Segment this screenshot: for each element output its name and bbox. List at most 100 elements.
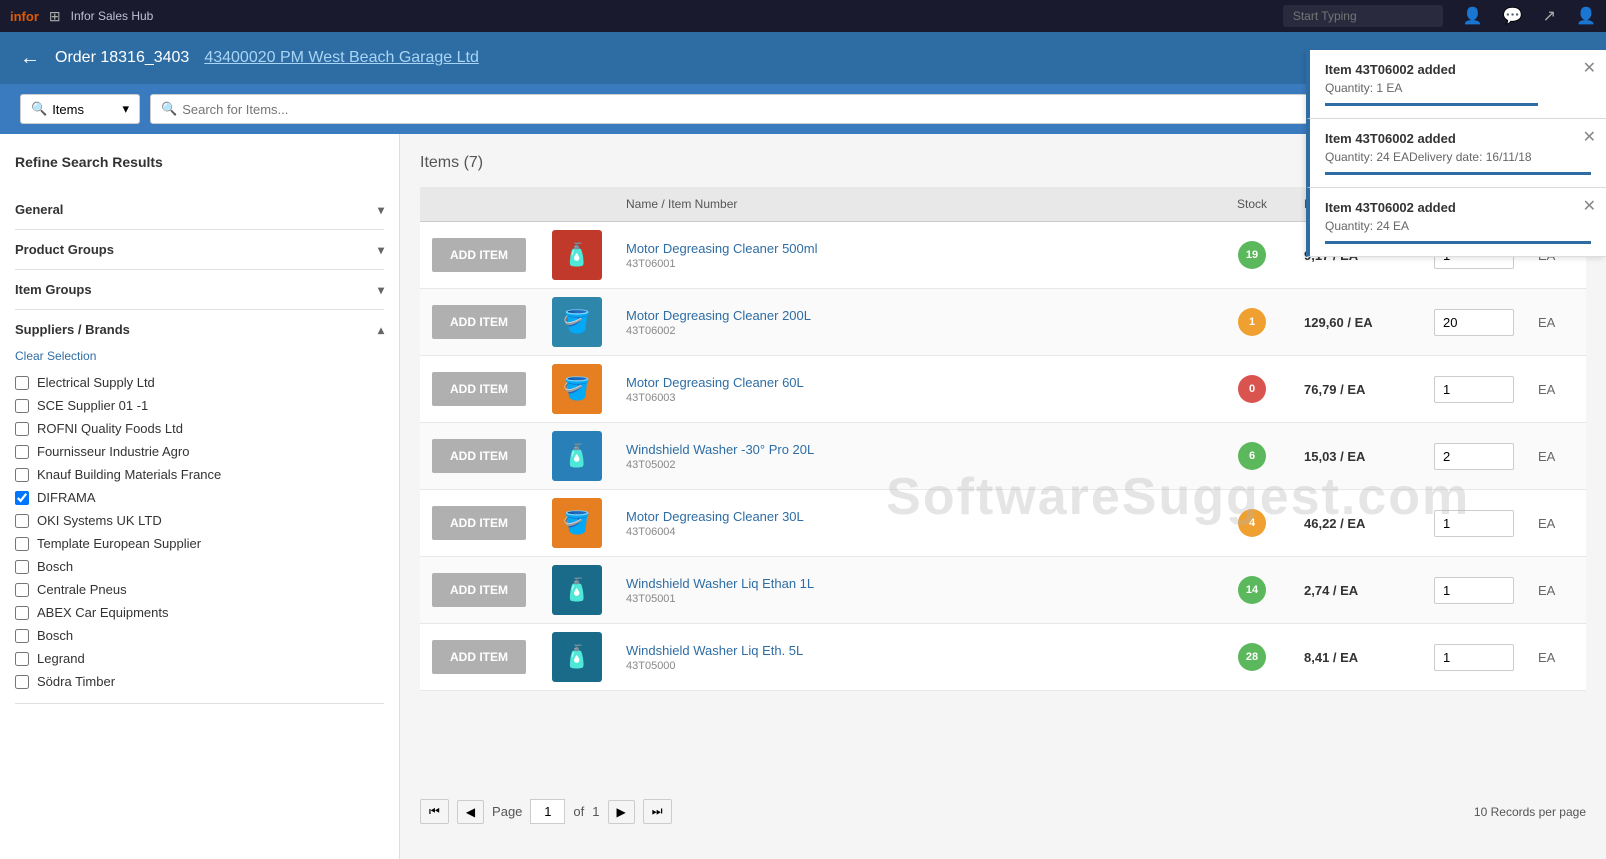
supplier-item[interactable]: Centrale Pneus [15, 578, 384, 601]
supplier-checkbox[interactable] [15, 422, 29, 436]
search-type-dropdown[interactable]: 🔍 Items ▾ [20, 94, 140, 124]
chat-icon[interactable]: 💬 [1503, 6, 1523, 26]
supplier-item[interactable]: DIFRAMA [15, 486, 384, 509]
table-row: ADD ITEM🧴Windshield Washer -30° Pro 20L4… [420, 423, 1586, 490]
supplier-item[interactable]: Bosch [15, 555, 384, 578]
supplier-checkbox[interactable] [15, 491, 29, 505]
quantity-input[interactable] [1434, 376, 1514, 403]
filter-suppliers-header[interactable]: Suppliers / Brands ▴ [15, 310, 384, 349]
supplier-checkbox[interactable] [15, 583, 29, 597]
supplier-item[interactable]: OKI Systems UK LTD [15, 509, 384, 532]
supplier-label: ROFNI Quality Foods Ltd [37, 421, 183, 436]
supplier-checkbox[interactable] [15, 560, 29, 574]
supplier-checkbox[interactable] [15, 376, 29, 390]
toast-close-button[interactable]: ✕ [1583, 127, 1596, 147]
page-number-input[interactable] [530, 799, 565, 824]
search-icon: 🔍 [31, 101, 47, 117]
filter-item-groups-arrow: ▾ [378, 283, 384, 297]
product-name-link[interactable]: Motor Degreasing Cleaner 500ml [626, 241, 817, 256]
filter-item-groups-header[interactable]: Item Groups ▾ [15, 270, 384, 309]
of-label: of [573, 804, 584, 819]
product-name-link[interactable]: Motor Degreasing Cleaner 60L [626, 375, 804, 390]
supplier-item[interactable]: Fournisseur Industrie Agro [15, 440, 384, 463]
items-tbody: ADD ITEM 🧴 Motor Degreasing Cleaner 500ml 4… [420, 222, 1586, 691]
total-pages: 1 [592, 804, 599, 819]
filter-suppliers-label: Suppliers / Brands [15, 322, 130, 337]
price-cell: 46,22 / EA [1292, 490, 1422, 557]
product-name-link[interactable]: Motor Degreasing Cleaner 30L [626, 509, 804, 524]
supplier-checkbox[interactable] [15, 399, 29, 413]
add-item-button[interactable]: ADD ITEM [432, 439, 526, 473]
supplier-checkbox[interactable] [15, 652, 29, 666]
product-number: 43T06003 [626, 392, 1200, 404]
product-image: 🧴 [552, 632, 602, 682]
col-stock: Stock [1212, 187, 1292, 222]
clear-selection-link[interactable]: Clear Selection [15, 349, 384, 363]
price-cell: 129,60 / EA [1292, 289, 1422, 356]
add-item-button[interactable]: ADD ITEM [432, 640, 526, 674]
product-number: 43T06001 [626, 258, 1200, 270]
product-name-link[interactable]: Windshield Washer Liq Ethan 1L [626, 576, 814, 591]
supplier-item[interactable]: ABEX Car Equipments [15, 601, 384, 624]
supplier-item[interactable]: Bosch [15, 624, 384, 647]
first-page-btn[interactable]: ⏮ [420, 799, 449, 824]
quantity-input[interactable] [1434, 577, 1514, 604]
supplier-item[interactable]: SCE Supplier 01 -1 [15, 394, 384, 417]
product-number: 43T05001 [626, 593, 1200, 605]
stock-badge: 1 [1238, 308, 1266, 336]
quantity-input[interactable] [1434, 443, 1514, 470]
top-search-input[interactable] [1283, 5, 1443, 27]
back-button[interactable]: ← [20, 47, 40, 70]
product-name-link[interactable]: Windshield Washer -30° Pro 20L [626, 442, 814, 457]
records-per-page[interactable]: 10 Records per page [1474, 805, 1586, 819]
toast-close-button[interactable]: ✕ [1583, 196, 1596, 216]
supplier-checkbox[interactable] [15, 629, 29, 643]
supplier-label: Fournisseur Industrie Agro [37, 444, 189, 459]
supplier-item[interactable]: Template European Supplier [15, 532, 384, 555]
supplier-item[interactable]: Legrand [15, 647, 384, 670]
add-item-button[interactable]: ADD ITEM [432, 238, 526, 272]
supplier-checkbox[interactable] [15, 537, 29, 551]
filter-product-groups-label: Product Groups [15, 242, 114, 257]
toast-close-button[interactable]: ✕ [1583, 58, 1596, 78]
supplier-item[interactable]: ROFNI Quality Foods Ltd [15, 417, 384, 440]
dropdown-arrow: ▾ [122, 101, 129, 117]
product-name-cell: Motor Degreasing Cleaner 200L43T06002 [614, 289, 1212, 356]
pagination: ⏮ ◀ Page of 1 ▶ ⏭ 10 Records per page [420, 784, 1586, 839]
quantity-input[interactable] [1434, 510, 1514, 537]
quantity-input[interactable] [1434, 644, 1514, 671]
stock-cell: 0 [1212, 356, 1292, 423]
table-row: ADD ITEM🪣Motor Degreasing Cleaner 200L43… [420, 289, 1586, 356]
toast-progress [1325, 172, 1591, 175]
filter-general-header[interactable]: General ▾ [15, 190, 384, 229]
share-icon[interactable]: ↗ [1543, 6, 1556, 26]
order-link[interactable]: 43400020 PM West Beach Garage Ltd [204, 49, 479, 67]
product-name-link[interactable]: Windshield Washer Liq Eth. 5L [626, 643, 803, 658]
supplier-item[interactable]: Electrical Supply Ltd [15, 371, 384, 394]
quantity-input[interactable] [1434, 309, 1514, 336]
supplier-checkbox[interactable] [15, 606, 29, 620]
supplier-checkbox[interactable] [15, 468, 29, 482]
filter-product-groups-header[interactable]: Product Groups ▾ [15, 230, 384, 269]
add-item-button[interactable]: ADD ITEM [432, 372, 526, 406]
last-page-btn[interactable]: ⏭ [643, 799, 672, 824]
grid-icon[interactable]: ⊞ [49, 8, 61, 25]
next-page-btn[interactable]: ▶ [608, 800, 635, 824]
stock-cell: 14 [1212, 557, 1292, 624]
supplier-checkbox[interactable] [15, 675, 29, 689]
notification-toast: ✕Item 43T06002 addedQuantity: 24 EADeliv… [1306, 119, 1606, 188]
add-item-button[interactable]: ADD ITEM [432, 506, 526, 540]
supplier-checkbox[interactable] [15, 445, 29, 459]
notifications-panel: ✕Item 43T06002 addedQuantity: 1 EA✕Item … [1306, 50, 1606, 257]
stock-badge: 19 [1238, 241, 1266, 269]
product-name-link[interactable]: Motor Degreasing Cleaner 200L [626, 308, 811, 323]
profile-icon[interactable]: 👤 [1576, 6, 1596, 26]
supplier-checkbox[interactable] [15, 514, 29, 528]
user-icon[interactable]: 👤 [1463, 6, 1483, 26]
supplier-item[interactable]: Knauf Building Materials France [15, 463, 384, 486]
add-item-button[interactable]: ADD ITEM [432, 573, 526, 607]
supplier-item[interactable]: Södra Timber [15, 670, 384, 693]
toast-title: Item 43T06002 added [1325, 200, 1591, 215]
add-item-button[interactable]: ADD ITEM [432, 305, 526, 339]
prev-page-btn[interactable]: ◀ [457, 800, 484, 824]
